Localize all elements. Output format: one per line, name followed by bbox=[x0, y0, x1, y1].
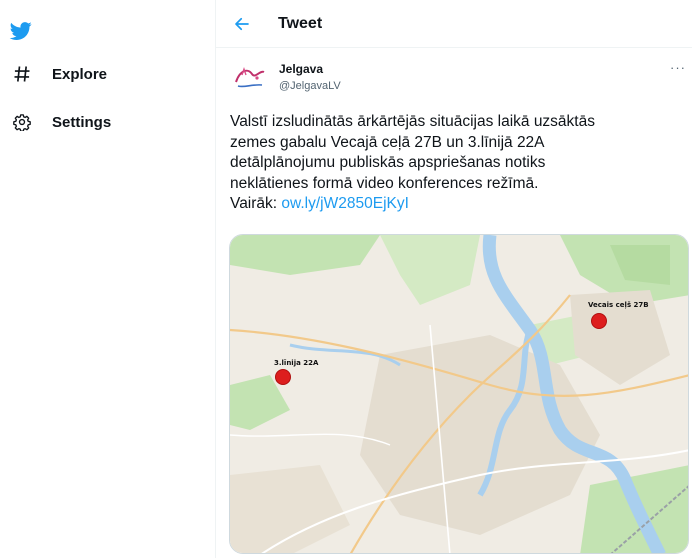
sidebar-item-label: Settings bbox=[52, 113, 112, 131]
tweet-text-line: neklātienes formā video konferences režī… bbox=[230, 174, 539, 192]
tweet-text-line: zemes gabalu Vecajā ceļā 27B un 3.līnijā… bbox=[230, 133, 545, 151]
page-title: Tweet bbox=[278, 14, 323, 32]
map-marker bbox=[591, 313, 607, 329]
tweet-media-map[interactable]: 3.līnija 22A Vecais ceļš 27B bbox=[229, 234, 689, 554]
sidebar-item-label: Explore bbox=[52, 65, 108, 83]
tweet-author: Jelgava @JelgavaLV ··· bbox=[230, 56, 690, 100]
map-label: Vecais ceļš 27B bbox=[588, 301, 649, 309]
sidebar: Explore Settings bbox=[0, 0, 215, 558]
sidebar-item-explore[interactable]: Explore bbox=[10, 62, 107, 86]
tweet-text-line: Vairāk: ow.ly/jW2850EjKyI bbox=[230, 194, 680, 215]
author-name[interactable]: Jelgava bbox=[279, 62, 323, 76]
author-handle[interactable]: @JelgavaLV bbox=[279, 80, 341, 92]
link-prefix: Vairāk: bbox=[230, 195, 282, 212]
tweet-link[interactable]: ow.ly/jW2850EjKyI bbox=[281, 195, 409, 212]
map-image bbox=[230, 235, 688, 553]
hashtag-icon bbox=[10, 62, 34, 86]
avatar[interactable] bbox=[230, 58, 270, 98]
map-marker bbox=[275, 369, 291, 385]
tweet-column: Tweet Jelgava @JelgavaLV ··· Valstī izsl… bbox=[215, 0, 692, 558]
sidebar-item-settings[interactable]: Settings bbox=[10, 110, 111, 134]
jelgava-logo-icon bbox=[230, 58, 270, 98]
back-arrow-icon[interactable] bbox=[230, 12, 254, 36]
more-options-icon[interactable]: ··· bbox=[670, 60, 686, 75]
gear-icon bbox=[10, 110, 34, 134]
tweet-text-line: detālplānojumu publiskās apspriešanas no… bbox=[230, 154, 546, 171]
tweet-text: Valstī izsludinātās ārkārtējās situācija… bbox=[230, 112, 680, 215]
map-label: 3.līnija 22A bbox=[274, 359, 319, 367]
twitter-logo-icon[interactable] bbox=[8, 20, 34, 42]
tweet-text-line: Valstī izsludinātās ārkārtējās situācija… bbox=[230, 113, 595, 130]
tweet-topbar: Tweet bbox=[216, 0, 692, 48]
